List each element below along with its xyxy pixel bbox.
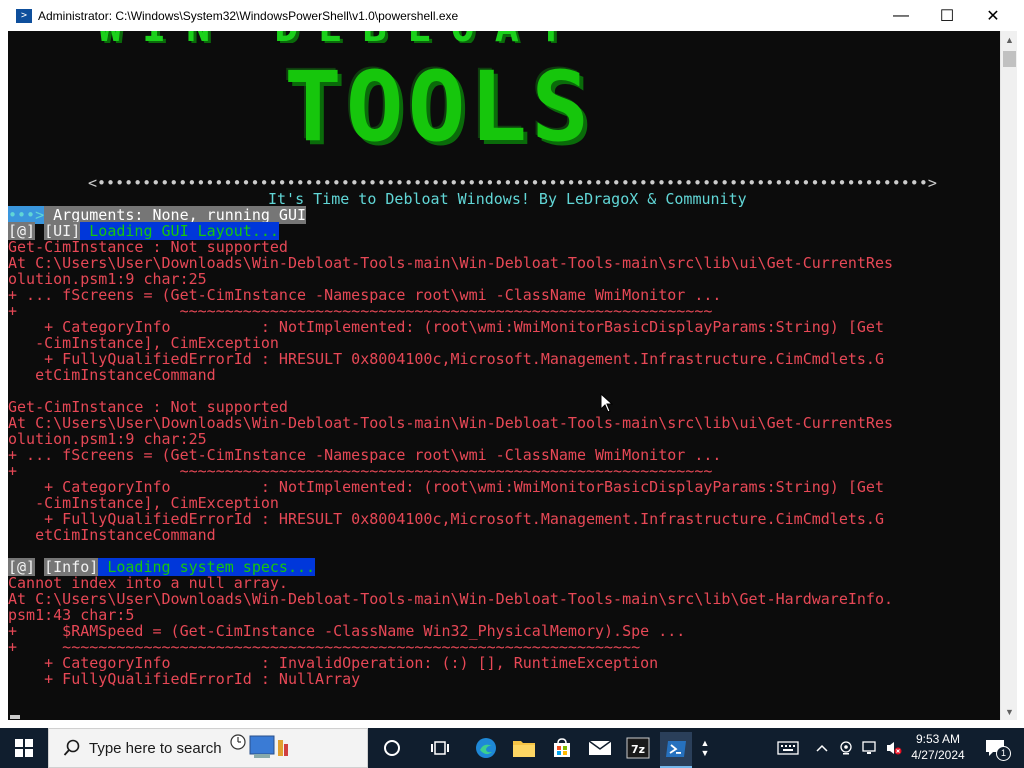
- info-status-line: [@] [Info] Loading system specs...: [8, 558, 316, 576]
- banner-title: TOOLS: [284, 51, 593, 163]
- 7zip-icon[interactable]: 7z: [622, 732, 654, 764]
- banner-divider: <•••••••••••••••••••••••••••••••••••••••…: [88, 174, 937, 192]
- search-placeholder: Type here to search: [89, 739, 222, 757]
- banner-art-top: WIN DEBLOAT: [98, 31, 918, 43]
- taskbar-search-box[interactable]: Type here to search: [48, 728, 368, 768]
- webcam-icon[interactable]: [836, 738, 856, 758]
- error-line: etCimInstanceCommand: [8, 526, 216, 544]
- window-title: Administrator: C:\Windows\System32\Windo…: [38, 8, 459, 23]
- scroll-down-icon[interactable]: ▼: [1001, 703, 1018, 720]
- error-line: olution.psm1:9 char:25: [8, 270, 207, 288]
- console-output[interactable]: WIN DEBLOAT TOOLS <•••••••••••••••••••••…: [8, 31, 1000, 720]
- error-line: + ~~~~~~~~~~~~~~~~~~~~~~~~~~~~~~~~~~~~~~…: [8, 462, 713, 480]
- vertical-scrollbar[interactable]: ▲ ▼: [1000, 31, 1018, 720]
- title-bar[interactable]: > Administrator: C:\Windows\System32\Win…: [0, 0, 1024, 31]
- error-line: psm1:43 char:5: [8, 606, 135, 624]
- task-view-icon[interactable]: [424, 732, 456, 764]
- mouse-pointer-icon: [600, 393, 614, 413]
- error-line: At C:\Users\User\Downloads\Win-Debloat-T…: [8, 254, 894, 272]
- minimize-button[interactable]: —: [878, 0, 924, 31]
- taskbar-scroll-icon[interactable]: ▲ ▼: [698, 732, 712, 764]
- edge-browser-icon[interactable]: [470, 732, 502, 764]
- file-explorer-icon[interactable]: [508, 732, 540, 764]
- clock-time: 9:53 AM: [915, 732, 961, 746]
- error-line: Cannot index into a null array.: [8, 574, 288, 592]
- banner-subtitle: It's Time to Debloat Windows! By LeDrago…: [268, 190, 747, 208]
- taskbar: Type here to search 7z ▲ ▼ 9:53 AM 4/27/…: [0, 728, 1024, 768]
- cortana-icon[interactable]: [376, 732, 408, 764]
- error-line: + FullyQualifiedErrorId : HRESULT 0x8004…: [8, 350, 884, 368]
- error-line: + FullyQualifiedErrorId : HRESULT 0x8004…: [8, 510, 884, 528]
- error-line: + CategoryInfo : NotImplemented: (root\w…: [8, 318, 884, 336]
- error-line: + CategoryInfo : NotImplemented: (root\w…: [8, 478, 884, 496]
- error-line: Get-CimInstance : Not supported: [8, 238, 288, 256]
- ui-status-line: [@] [UI] Loading GUI Layout...: [8, 222, 279, 240]
- clock[interactable]: 9:53 AM 4/27/2024: [906, 731, 970, 763]
- windows-logo-icon: [15, 739, 33, 757]
- scroll-thumb[interactable]: [1003, 51, 1016, 67]
- notification-badge: 1: [996, 746, 1011, 761]
- start-button[interactable]: [0, 728, 48, 768]
- volume-muted-icon[interactable]: [884, 738, 904, 758]
- network-icon[interactable]: [860, 738, 880, 758]
- mail-icon[interactable]: [584, 732, 616, 764]
- search-icon: [63, 739, 80, 756]
- error-line: + CategoryInfo : InvalidOperation: (:) […: [8, 654, 659, 672]
- error-line: -CimInstance], CimException: [8, 494, 279, 512]
- error-line: + ... fScreens = (Get-CimInstance -Names…: [8, 446, 722, 464]
- scroll-up-icon[interactable]: ▲: [1001, 31, 1018, 48]
- microsoft-store-icon[interactable]: [546, 732, 578, 764]
- powershell-icon: >: [16, 8, 32, 23]
- error-line: + ... fScreens = (Get-CimInstance -Names…: [8, 286, 722, 304]
- error-line: At C:\Users\User\Downloads\Win-Debloat-T…: [8, 414, 894, 432]
- close-button[interactable]: ✕: [970, 0, 1016, 31]
- error-line: + FullyQualifiedErrorId : NullArray: [8, 670, 361, 688]
- svg-text:7z: 7z: [631, 743, 645, 756]
- maximize-button[interactable]: ☐: [924, 0, 970, 31]
- powershell-taskbar-icon[interactable]: [660, 732, 692, 768]
- text-cursor: [10, 715, 20, 719]
- error-line: + $RAMSpeed = (Get-CimInstance -ClassNam…: [8, 622, 686, 640]
- error-line: etCimInstanceCommand: [8, 366, 216, 384]
- error-line: + ~~~~~~~~~~~~~~~~~~~~~~~~~~~~~~~~~~~~~~…: [8, 638, 641, 656]
- window-border: [0, 720, 1024, 728]
- error-line: Get-CimInstance : Not supported: [8, 398, 288, 416]
- arguments-line: •••> Arguments: None, running GUI: [8, 206, 307, 224]
- window-border: [1017, 31, 1024, 728]
- error-line: + ~~~~~~~~~~~~~~~~~~~~~~~~~~~~~~~~~~~~~~…: [8, 302, 713, 320]
- error-line: olution.psm1:9 char:25: [8, 430, 207, 448]
- notification-center-icon[interactable]: 1: [982, 738, 1011, 761]
- show-hidden-icons-chevron-icon[interactable]: [812, 738, 832, 758]
- error-line: At C:\Users\User\Downloads\Win-Debloat-T…: [8, 590, 894, 608]
- search-highlight-illustration-icon: [229, 734, 288, 758]
- clock-date: 4/27/2024: [911, 748, 965, 762]
- touch-keyboard-icon[interactable]: [776, 738, 800, 758]
- error-line: -CimInstance], CimException: [8, 334, 279, 352]
